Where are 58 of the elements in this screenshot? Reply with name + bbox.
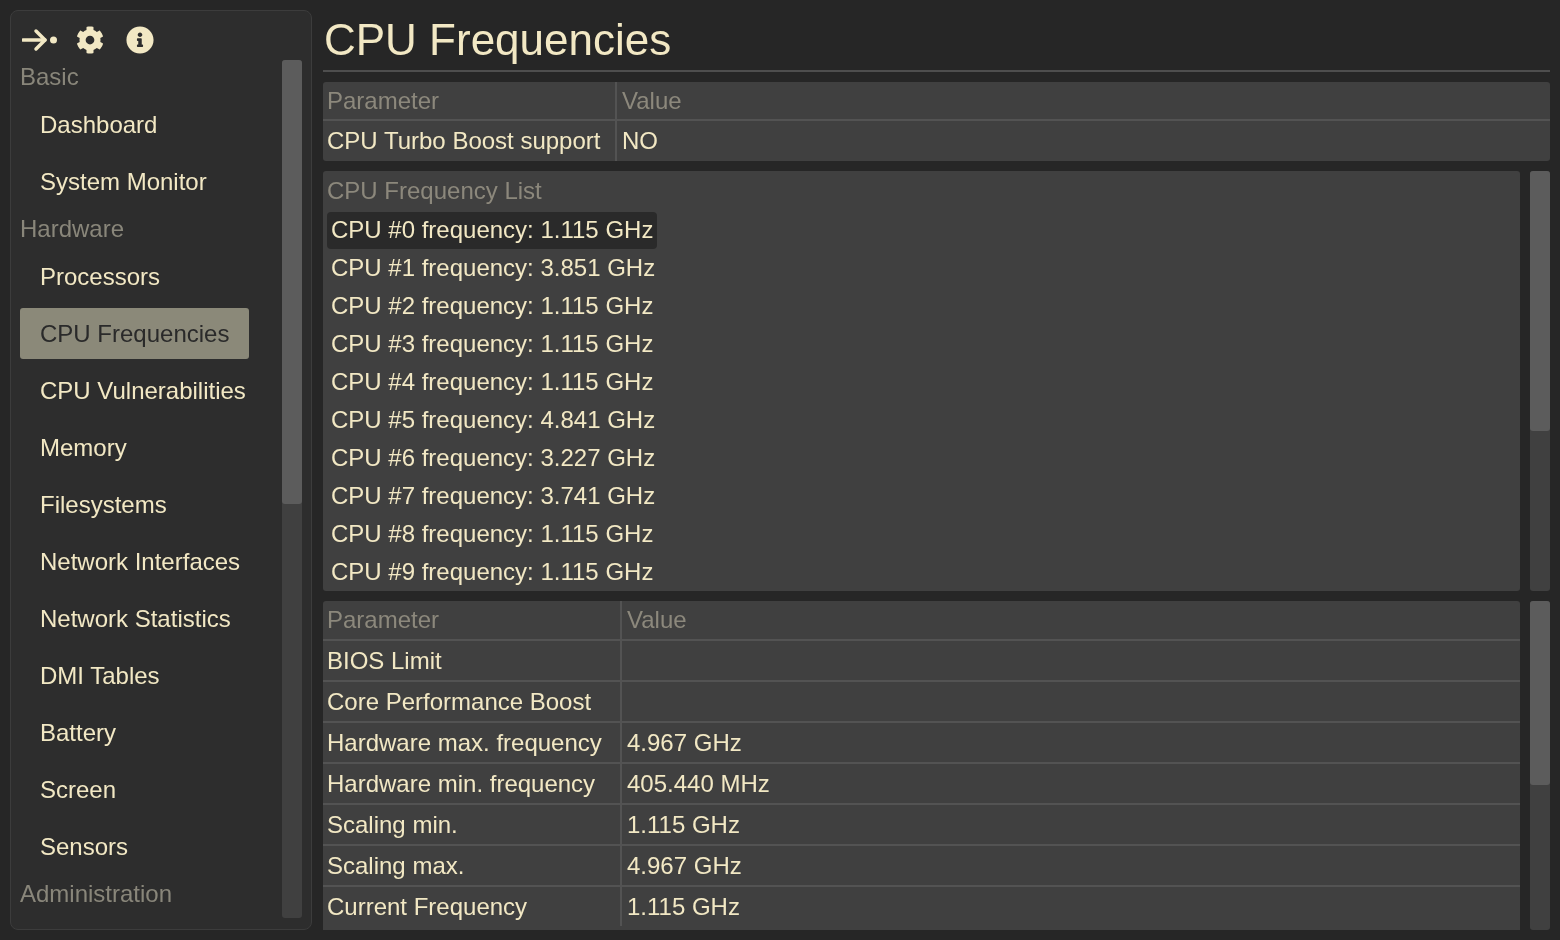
table-cell-text: 1.115 GHz bbox=[626, 809, 741, 840]
arrow-button[interactable] bbox=[22, 26, 58, 54]
scrollbar-thumb[interactable] bbox=[1530, 171, 1550, 431]
table-cell: CPU Turbo Boost support bbox=[323, 121, 617, 161]
list-item[interactable]: CPU #0 frequency: 1.115 GHz bbox=[327, 211, 658, 249]
page-title: CPU Frequencies bbox=[323, 14, 672, 66]
list-item[interactable]: CPU #5 frequency: 4.841 GHz bbox=[327, 401, 660, 439]
info-icon bbox=[126, 26, 154, 54]
settings-button[interactable] bbox=[76, 26, 104, 54]
info-button[interactable] bbox=[126, 26, 154, 54]
column-header: Parameter bbox=[323, 82, 617, 119]
list-item[interactable]: CPU #8 frequency: 1.115 GHz bbox=[327, 515, 658, 553]
sidebar-item[interactable]: CPU Vulnerabilities bbox=[20, 365, 266, 416]
scrollbar[interactable] bbox=[282, 60, 302, 918]
sidebar-group-label: Basic bbox=[20, 62, 79, 92]
sidebar-item[interactable]: Processors bbox=[20, 251, 181, 302]
column-header: Value bbox=[621, 85, 683, 116]
table-cell: Hardware max. frequency bbox=[323, 723, 622, 762]
sidebar-group-label: Administration bbox=[20, 879, 173, 909]
list-item[interactable]: CPU #3 frequency: 1.115 GHz bbox=[327, 325, 658, 363]
sidebar-item[interactable]: Filesystems bbox=[20, 479, 187, 530]
sidebar-item[interactable]: CPU Frequencies bbox=[20, 308, 250, 359]
arrow-to-dot-icon bbox=[22, 28, 58, 52]
sidebar-item[interactable]: Screen bbox=[20, 764, 137, 815]
scrollbar[interactable] bbox=[1530, 601, 1550, 930]
table-cell-text: 405.440 MHz bbox=[626, 768, 771, 799]
list-item[interactable]: CPU #7 frequency: 3.741 GHz bbox=[327, 477, 660, 515]
scrollbar-thumb[interactable] bbox=[1530, 601, 1550, 785]
sidebar-item[interactable]: Network Statistics bbox=[20, 593, 251, 644]
list-title: CPU Frequency List bbox=[327, 176, 542, 206]
table-cell-text: 1.115 GHz bbox=[626, 891, 741, 922]
sidebar-group-label: Hardware bbox=[20, 214, 125, 244]
sidebar-item[interactable]: System Monitor bbox=[20, 156, 227, 207]
sidebar-item[interactable]: Network Interfaces bbox=[20, 536, 261, 587]
list-item[interactable]: CPU #2 frequency: 1.115 GHz bbox=[327, 287, 658, 325]
list-item[interactable]: CPU #1 frequency: 3.851 GHz bbox=[327, 249, 660, 287]
table-cell-text: 4.967 GHz bbox=[626, 850, 743, 881]
sidebar-item[interactable]: Sensors bbox=[20, 821, 149, 872]
sidebar-item[interactable]: Battery bbox=[20, 707, 137, 758]
scrollbar-thumb[interactable] bbox=[282, 60, 302, 504]
sidebar-item[interactable]: Memory bbox=[20, 422, 147, 473]
table-cell: Scaling min. bbox=[323, 805, 622, 844]
scrollbar[interactable] bbox=[1530, 171, 1550, 591]
table-cell: Current Frequency bbox=[323, 887, 622, 926]
sidebar-item[interactable]: DMI Tables bbox=[20, 650, 180, 701]
table-cell: Core Performance Boost bbox=[323, 682, 622, 721]
column-header: Value bbox=[626, 605, 688, 635]
column-header: Parameter bbox=[323, 601, 622, 639]
table-cell-text: NO bbox=[621, 126, 659, 156]
list-item[interactable]: CPU #4 frequency: 1.115 GHz bbox=[327, 363, 658, 401]
table-cell: BIOS Limit bbox=[323, 641, 622, 680]
sidebar-item[interactable]: Dashboard bbox=[20, 99, 178, 150]
table-cell: Hardware min. frequency bbox=[323, 764, 622, 803]
settings-icon bbox=[76, 26, 104, 54]
table-cell-text: 4.967 GHz bbox=[626, 727, 743, 758]
table-cell: Scaling max. bbox=[323, 846, 622, 885]
list-item[interactable]: CPU #9 frequency: 1.115 GHz bbox=[327, 553, 658, 591]
list-item[interactable]: CPU #6 frequency: 3.227 GHz bbox=[327, 439, 660, 477]
